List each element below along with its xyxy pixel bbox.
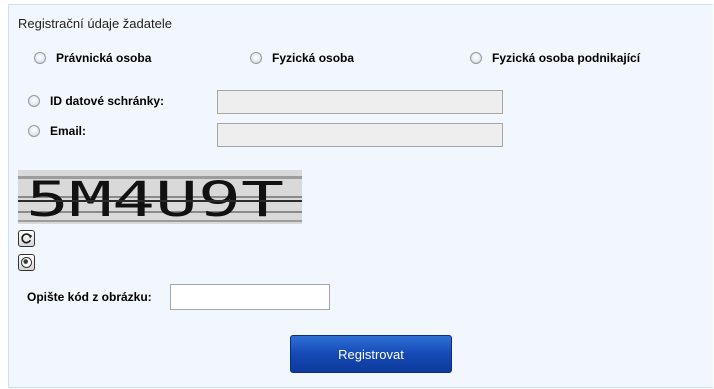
email-label: Email: [50, 124, 87, 138]
id-datove-schranky-input[interactable] [217, 90, 503, 114]
radio-button[interactable] [28, 95, 40, 107]
radio-fyzicka-osoba-podnikajici[interactable]: Fyzická osoba podnikající [470, 51, 640, 65]
captcha-text: 5M4U9T [26, 172, 284, 224]
captcha-code-input[interactable] [170, 284, 330, 310]
section-title: Registrační údaje žadatele [18, 16, 172, 31]
radio-button[interactable] [250, 52, 262, 64]
id-datove-schranky-label: ID datové schránky: [50, 94, 165, 108]
radio-pravnicka-osoba[interactable]: Právnická osoba [34, 51, 151, 65]
register-button[interactable]: Registrovat [290, 335, 452, 373]
refresh-icon [21, 233, 33, 244]
radio-button[interactable] [34, 52, 46, 64]
speaker-icon [21, 257, 32, 268]
radio-fyzicka-osoba[interactable]: Fyzická osoba [250, 51, 354, 65]
captcha-image: 5M4U9T [18, 170, 302, 224]
radio-button[interactable] [28, 125, 40, 137]
radio-id-datove-schranky[interactable]: ID datové schránky: [28, 94, 164, 108]
captcha-audio-button[interactable] [18, 254, 35, 271]
radio-button[interactable] [470, 52, 482, 64]
radio-label: Fyzická osoba podnikající [492, 51, 641, 65]
radio-label: Právnická osoba [56, 51, 152, 65]
captcha-refresh-button[interactable] [18, 230, 35, 247]
radio-email[interactable]: Email: [28, 124, 86, 138]
radio-label: Fyzická osoba [272, 51, 355, 65]
email-input[interactable] [217, 123, 503, 147]
captcha-code-label: Opište kód z obrázku: [27, 290, 152, 304]
